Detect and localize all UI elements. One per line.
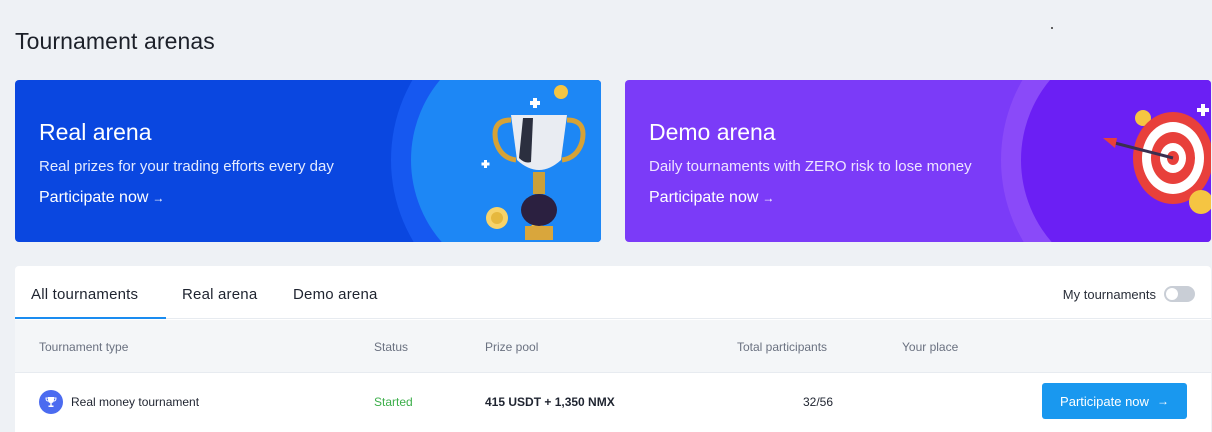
participate-link-label: Participate now (39, 189, 149, 206)
tournaments-panel: All tournaments Real arena Demo arena My… (15, 266, 1211, 432)
participate-link-label: Participate now (649, 189, 759, 206)
table-row[interactable]: Real money tournament Started 415 USDT +… (15, 374, 1211, 430)
demo-arena-participate-link[interactable]: Participate now → (649, 189, 774, 207)
arrow-right-icon: → (152, 191, 165, 205)
arrow-right-icon: → (1156, 394, 1169, 408)
tournament-type: Real money tournament (71, 395, 200, 409)
participate-button-label: Participate now (1060, 393, 1149, 409)
trophy-illustration-icon (481, 85, 586, 240)
target-illustration-icon (1103, 104, 1211, 214)
my-tournaments-toggle[interactable] (1164, 286, 1195, 302)
demo-arena-card[interactable]: Demo arena Daily tournaments with ZERO r… (625, 80, 1211, 242)
table-header: Tournament type Status Prize pool Total … (15, 320, 1211, 373)
toggle-knob (1166, 288, 1178, 300)
tab-demo-arena[interactable]: Demo arena (293, 286, 378, 303)
status-badge: Started (374, 395, 413, 409)
tournament-tabs: All tournaments Real arena Demo arena My… (15, 266, 1211, 319)
participate-now-button[interactable]: Participate now → (1042, 383, 1187, 419)
prize-pool-value: 415 USDT + 1,350 NMX (485, 395, 615, 409)
trophy-icon (39, 390, 63, 414)
header-your-place: Your place (902, 340, 959, 354)
participants-count: 32/56 (803, 395, 834, 409)
real-arena-subtitle: Real prizes for your trading efforts eve… (39, 158, 334, 175)
header-status: Status (374, 340, 409, 354)
tab-real-arena[interactable]: Real arena (182, 286, 257, 303)
real-arena-title: Real arena (39, 119, 152, 145)
header-tournament-type: Tournament type (39, 340, 129, 354)
active-tab-indicator (15, 317, 166, 319)
stray-dot (1051, 27, 1053, 29)
header-total-participants: Total participants (737, 340, 828, 354)
tab-all-tournaments[interactable]: All tournaments (31, 286, 138, 303)
my-tournaments-label: My tournaments (1062, 287, 1156, 302)
real-arena-card[interactable]: Real arena Real prizes for your trading … (15, 80, 601, 242)
demo-arena-subtitle: Daily tournaments with ZERO risk to lose… (649, 158, 972, 175)
header-prize-pool: Prize pool (485, 340, 539, 354)
real-arena-participate-link[interactable]: Participate now → (39, 189, 164, 207)
demo-arena-title: Demo arena (649, 119, 776, 145)
page-title: Tournament arenas (15, 28, 215, 54)
arrow-right-icon: → (762, 191, 775, 205)
